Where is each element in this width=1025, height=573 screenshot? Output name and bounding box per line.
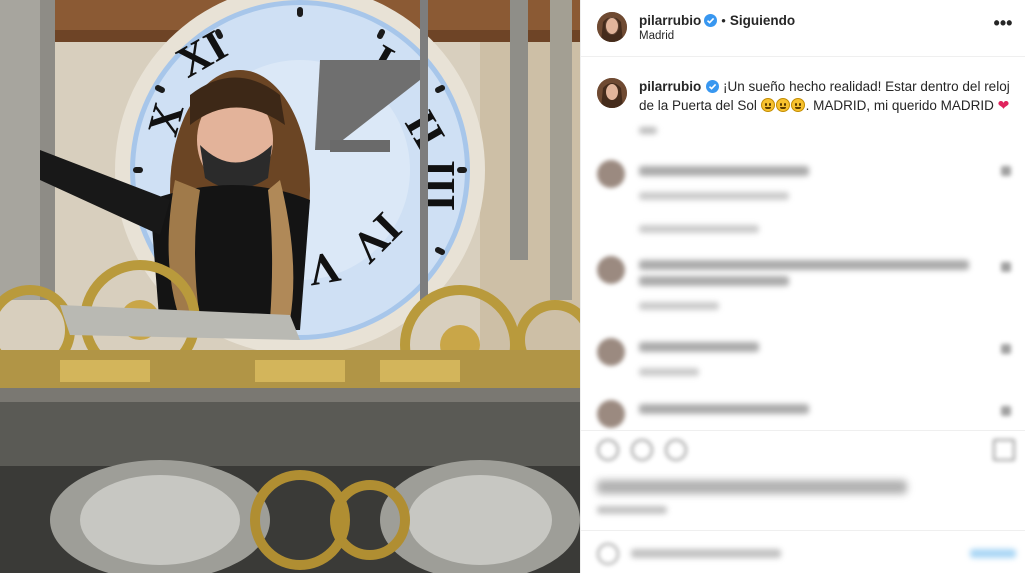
like-icon[interactable] [1001,166,1011,176]
comment-item [595,338,1015,398]
post-photo[interactable]: XI X I II III IV V [0,0,580,573]
comment-text [639,260,969,270]
comment-avatar[interactable] [597,400,625,428]
comment-meta [639,192,789,200]
post-header: pilarrubio • Siguiendo Madrid ••• [581,0,1025,57]
add-comment-bar [581,530,1025,573]
likes-count[interactable] [597,480,907,494]
comment-item [595,160,1015,233]
post-location[interactable]: Madrid [639,30,674,42]
comment-avatar[interactable] [597,160,625,188]
view-replies[interactable] [639,225,759,233]
post-panel: pilarrubio • Siguiendo Madrid ••• pilarrub… [580,0,1025,573]
action-bar [581,430,1025,470]
caption-text-2: . MADRID, mi querido MADRID [805,98,994,113]
author-avatar[interactable] [597,12,627,42]
comment-item [595,256,1015,316]
caption-avatar[interactable] [597,78,627,108]
verified-icon [704,14,718,27]
like-icon[interactable] [1001,406,1011,416]
comment-avatar[interactable] [597,256,625,284]
more-options-icon[interactable]: ••• [992,14,1014,36]
post-date [597,506,667,514]
like-icon[interactable] [1001,262,1011,272]
comment-text [639,342,759,352]
comment-meta [639,368,699,376]
post-image: XI X I II III IV V [0,0,580,573]
save-icon[interactable] [993,439,1015,461]
like-icon[interactable] [597,439,619,461]
caption-timestamp [639,127,657,134]
verified-icon [706,80,720,93]
post-comment-button[interactable] [970,549,1016,558]
comment-text [639,166,809,176]
comment-avatar[interactable] [597,338,625,366]
heart-emoji-icon: ❤ [997,97,1010,113]
following-button[interactable]: Siguiendo [730,13,795,28]
comment-meta [639,302,719,310]
emoji-picker-icon[interactable] [597,543,619,565]
like-icon[interactable] [1001,344,1011,354]
smiley-emoji-icon [775,98,790,112]
smiley-emoji-icon [790,98,805,112]
smiley-emoji-icon [760,98,775,112]
separator-dot: • [721,13,726,28]
comment-text [639,404,809,414]
comment-input[interactable] [631,549,781,558]
author-username[interactable]: pilarrubio [639,13,701,28]
caption-username[interactable]: pilarrubio [639,79,701,94]
share-icon[interactable] [665,439,687,461]
comment-text [639,276,789,286]
comment-icon[interactable] [631,439,653,461]
post-caption: pilarrubio ¡Un sueño hecho realidad! Est… [639,78,1019,115]
